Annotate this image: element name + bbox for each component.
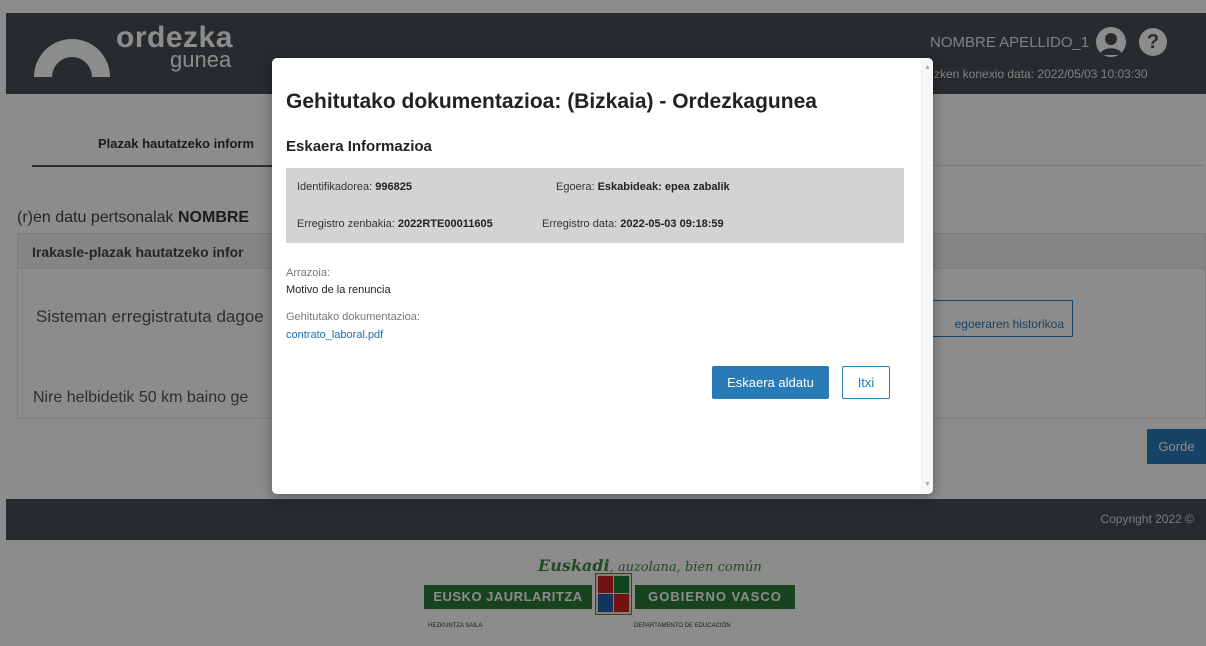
documentation-label: Gehitutako dokumentazioa: — [286, 311, 420, 323]
section-title: Eskaera Informazioa — [286, 138, 432, 155]
documentation-modal: Gehitutako dokumentazioa: (Bizkaia) - Or… — [272, 58, 933, 494]
attached-file-link[interactable]: contrato_laboral.pdf — [286, 329, 383, 341]
scroll-up-arrow-icon[interactable]: ▲ — [924, 64, 931, 71]
status-field: Egoera: Eskabideak: epea zabalik — [556, 181, 730, 193]
modify-request-button[interactable]: Eskaera aldatu — [712, 366, 829, 399]
registry-date-field: Erregistro data: 2022-05-03 09:18:59 — [542, 218, 724, 230]
scroll-down-arrow-icon[interactable]: ▼ — [924, 481, 931, 488]
registry-number-field: Erregistro zenbakia: 2022RTE00011605 — [297, 218, 493, 230]
reason-label: Arrazoia: — [286, 267, 331, 279]
reason-value: Motivo de la renuncia — [286, 284, 391, 296]
status-value: Eskabideak: epea zabalik — [597, 181, 730, 193]
modal-scrollbar[interactable]: ▲ ▼ — [921, 58, 933, 494]
registry-date-label: Erregistro data: — [542, 218, 621, 230]
request-info-box: Identifikadorea: 996825 Egoera: Eskabide… — [286, 168, 904, 243]
modal-title: Gehitutako dokumentazioa: (Bizkaia) - Or… — [286, 90, 817, 113]
registry-number-value: 2022RTE00011605 — [397, 218, 493, 230]
identifier-label: Identifikadorea: — [297, 181, 376, 193]
registry-date-value: 2022-05-03 09:18:59 — [620, 218, 724, 230]
identifier-value: 996825 — [375, 181, 412, 193]
close-button[interactable]: Itxi — [842, 366, 890, 399]
identifier-field: Identifikadorea: 996825 — [297, 181, 412, 193]
status-label: Egoera: — [556, 181, 598, 193]
registry-number-label: Erregistro zenbakia: — [297, 218, 398, 230]
